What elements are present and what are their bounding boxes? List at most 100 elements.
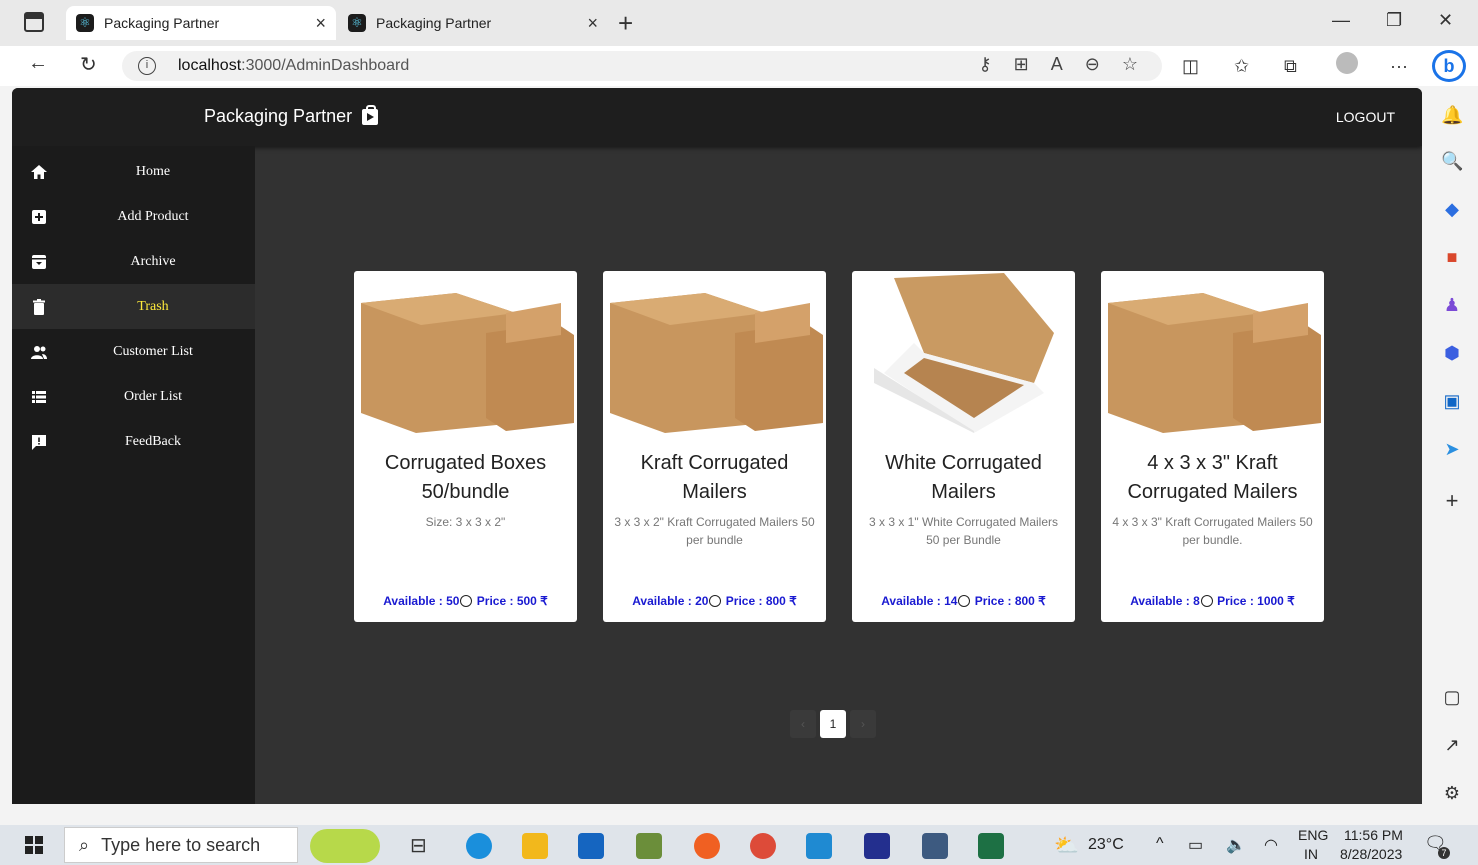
pagination-next-button[interactable]: ›: [850, 710, 876, 738]
toolbox-icon[interactable]: ■: [1441, 246, 1463, 268]
sidebar-item-trash[interactable]: Trash: [12, 284, 255, 329]
battery-icon[interactable]: ▭: [1188, 835, 1203, 855]
product-card[interactable]: Corrugated Boxes 50/bundle Size: 3 x 3 x…: [354, 271, 577, 622]
outlook-icon[interactable]: ▣: [1441, 390, 1463, 412]
product-availability: Available : 50: [383, 594, 460, 608]
browser-tabstrip: ⚛ Packaging Partner × ⚛ Packaging Partne…: [0, 0, 1478, 46]
send-icon[interactable]: ➤: [1441, 438, 1463, 460]
more-icon[interactable]: ···: [1390, 56, 1408, 77]
sidebar-item-order-list[interactable]: Order List: [12, 374, 255, 419]
clock-date[interactable]: 8/28/2023: [1340, 846, 1402, 862]
wifi-icon[interactable]: ◠: [1264, 835, 1278, 855]
brand-logo[interactable]: Packaging Partner: [204, 104, 379, 127]
pagination-prev-button[interactable]: ‹: [790, 710, 816, 738]
product-image: [854, 273, 1073, 433]
product-card[interactable]: Kraft Corrugated Mailers 3 x 3 x 2" Kraf…: [603, 271, 826, 622]
bing-icon[interactable]: b: [1432, 50, 1466, 82]
restore-icon[interactable]: ❐: [1386, 10, 1402, 31]
notification-count: 7: [1438, 847, 1450, 859]
sidebar-item-home[interactable]: Home: [12, 149, 255, 194]
volume-icon[interactable]: 🔈: [1226, 835, 1246, 855]
browser-tab-1[interactable]: ⚛ Packaging Partner ×: [66, 6, 336, 40]
search-icon: ⌕: [79, 834, 90, 855]
clock-icon[interactable]: [958, 595, 971, 607]
taskbar-search[interactable]: ⌕ Type here to search: [64, 827, 298, 863]
task-view-icon[interactable]: ⊟: [410, 833, 436, 859]
back-icon[interactable]: ←: [28, 52, 48, 75]
sidebar-panel-icon[interactable]: ▢: [1441, 686, 1463, 708]
favorites-icon[interactable]: ✩: [1234, 56, 1249, 77]
chess-icon[interactable]: ♟: [1441, 294, 1463, 316]
product-title: Kraft Corrugated Mailers: [640, 452, 789, 503]
windows-start-icon[interactable]: [25, 836, 43, 854]
mail-icon[interactable]: [578, 833, 604, 859]
tab-actions-icon[interactable]: [24, 12, 44, 32]
close-window-icon[interactable]: ✕: [1438, 10, 1453, 31]
key-icon[interactable]: ⚷: [978, 54, 991, 75]
clock-icon[interactable]: [709, 595, 722, 607]
settings-gear-icon[interactable]: ⚙: [1441, 782, 1463, 804]
product-price: Price : 500 ₹: [476, 594, 548, 608]
new-tab-button[interactable]: +: [618, 8, 633, 39]
product-footer: Available : 8 Price : 1000 ₹: [1101, 594, 1324, 608]
tennis-widget-icon[interactable]: [310, 829, 380, 863]
mysql-icon[interactable]: [922, 833, 948, 859]
app-available-icon[interactable]: ⊞: [1014, 54, 1029, 75]
bell-icon[interactable]: 🔔: [1441, 104, 1463, 126]
intellij-icon[interactable]: [864, 833, 890, 859]
sidebar-item-label: Order List: [124, 388, 182, 404]
shopping-bag-icon: [362, 104, 379, 125]
excel-icon[interactable]: [978, 833, 1004, 859]
product-title: White Corrugated Mailers: [885, 452, 1042, 503]
weather-icon[interactable]: ⛅: [1054, 833, 1079, 858]
postman-icon[interactable]: [694, 833, 720, 859]
sidebar-item-add-product[interactable]: Add Product: [12, 194, 255, 239]
photos-app-icon[interactable]: [636, 833, 662, 859]
logout-button[interactable]: LOGOUT: [1336, 109, 1395, 125]
browser-tab-2[interactable]: ⚛ Packaging Partner ×: [338, 6, 608, 40]
sidebar-item-customer-list[interactable]: Customer List: [12, 329, 255, 374]
product-title: Corrugated Boxes 50/bundle: [384, 452, 547, 503]
app-container: Packaging Partner LOGOUT Home Add Produc…: [12, 88, 1422, 804]
collections-icon[interactable]: ⧉: [1284, 56, 1297, 77]
sidebar-item-archive[interactable]: Archive: [12, 239, 255, 284]
product-footer: Available : 50 Price : 500 ₹: [354, 594, 577, 608]
minimize-icon[interactable]: —: [1332, 10, 1350, 31]
read-aloud-icon[interactable]: A: [1051, 54, 1063, 75]
file-explorer-icon[interactable]: [522, 833, 548, 859]
clock-icon[interactable]: [1200, 595, 1213, 607]
refresh-icon[interactable]: ↻: [80, 52, 97, 77]
product-description: 3 x 3 x 1" White Corrugated Mailers 50 p…: [869, 515, 1058, 547]
close-tab-icon[interactable]: ×: [587, 13, 598, 34]
split-screen-icon[interactable]: ◫: [1182, 56, 1199, 77]
vscode-icon[interactable]: [806, 833, 832, 859]
weather-temperature[interactable]: 23°C: [1088, 836, 1124, 854]
edge-app-icon[interactable]: [466, 833, 492, 859]
clock-time[interactable]: 11:56 PM: [1344, 827, 1403, 843]
office-icon[interactable]: ⬢: [1441, 342, 1463, 364]
address-bar[interactable]: i localhost:3000/AdminDashboard ⚷ ⊞ A ⊖ …: [122, 51, 1162, 81]
profile-avatar[interactable]: [1336, 52, 1358, 74]
product-card[interactable]: White Corrugated Mailers 3 x 3 x 1" Whit…: [852, 271, 1075, 622]
sidebar-item-feedback[interactable]: FeedBack: [12, 419, 255, 464]
zoom-icon[interactable]: ⊖: [1085, 54, 1100, 75]
favorite-star-icon[interactable]: ☆: [1122, 54, 1138, 75]
tag-icon[interactable]: ◆: [1441, 198, 1463, 220]
pagination-page-button[interactable]: 1: [820, 710, 846, 738]
product-price: Price : 1000 ₹: [1217, 594, 1295, 608]
external-link-icon[interactable]: ↗: [1441, 734, 1463, 756]
chrome-icon[interactable]: [750, 833, 776, 859]
chevron-up-icon[interactable]: ^: [1156, 835, 1164, 853]
close-tab-icon[interactable]: ×: [315, 13, 326, 34]
react-favicon-icon: ⚛: [76, 14, 94, 32]
brand-name: Packaging Partner: [204, 106, 353, 126]
add-icon[interactable]: +: [1441, 490, 1463, 512]
language-top[interactable]: ENG: [1298, 827, 1328, 843]
clock-icon[interactable]: [460, 595, 473, 607]
product-card[interactable]: 4 x 3 x 3" Kraft Corrugated Mailers 4 x …: [1101, 271, 1324, 622]
language-bottom[interactable]: IN: [1304, 846, 1318, 862]
site-info-icon[interactable]: i: [138, 57, 156, 75]
edge-sidebar: 🔔 🔍 ◆ ■ ♟ ⬢ ▣ ➤ + ▢ ↗ ⚙: [1424, 86, 1478, 815]
search-icon[interactable]: 🔍: [1441, 150, 1463, 172]
browser-navbar: ← ↻ i localhost:3000/AdminDashboard ⚷ ⊞ …: [0, 46, 1478, 86]
